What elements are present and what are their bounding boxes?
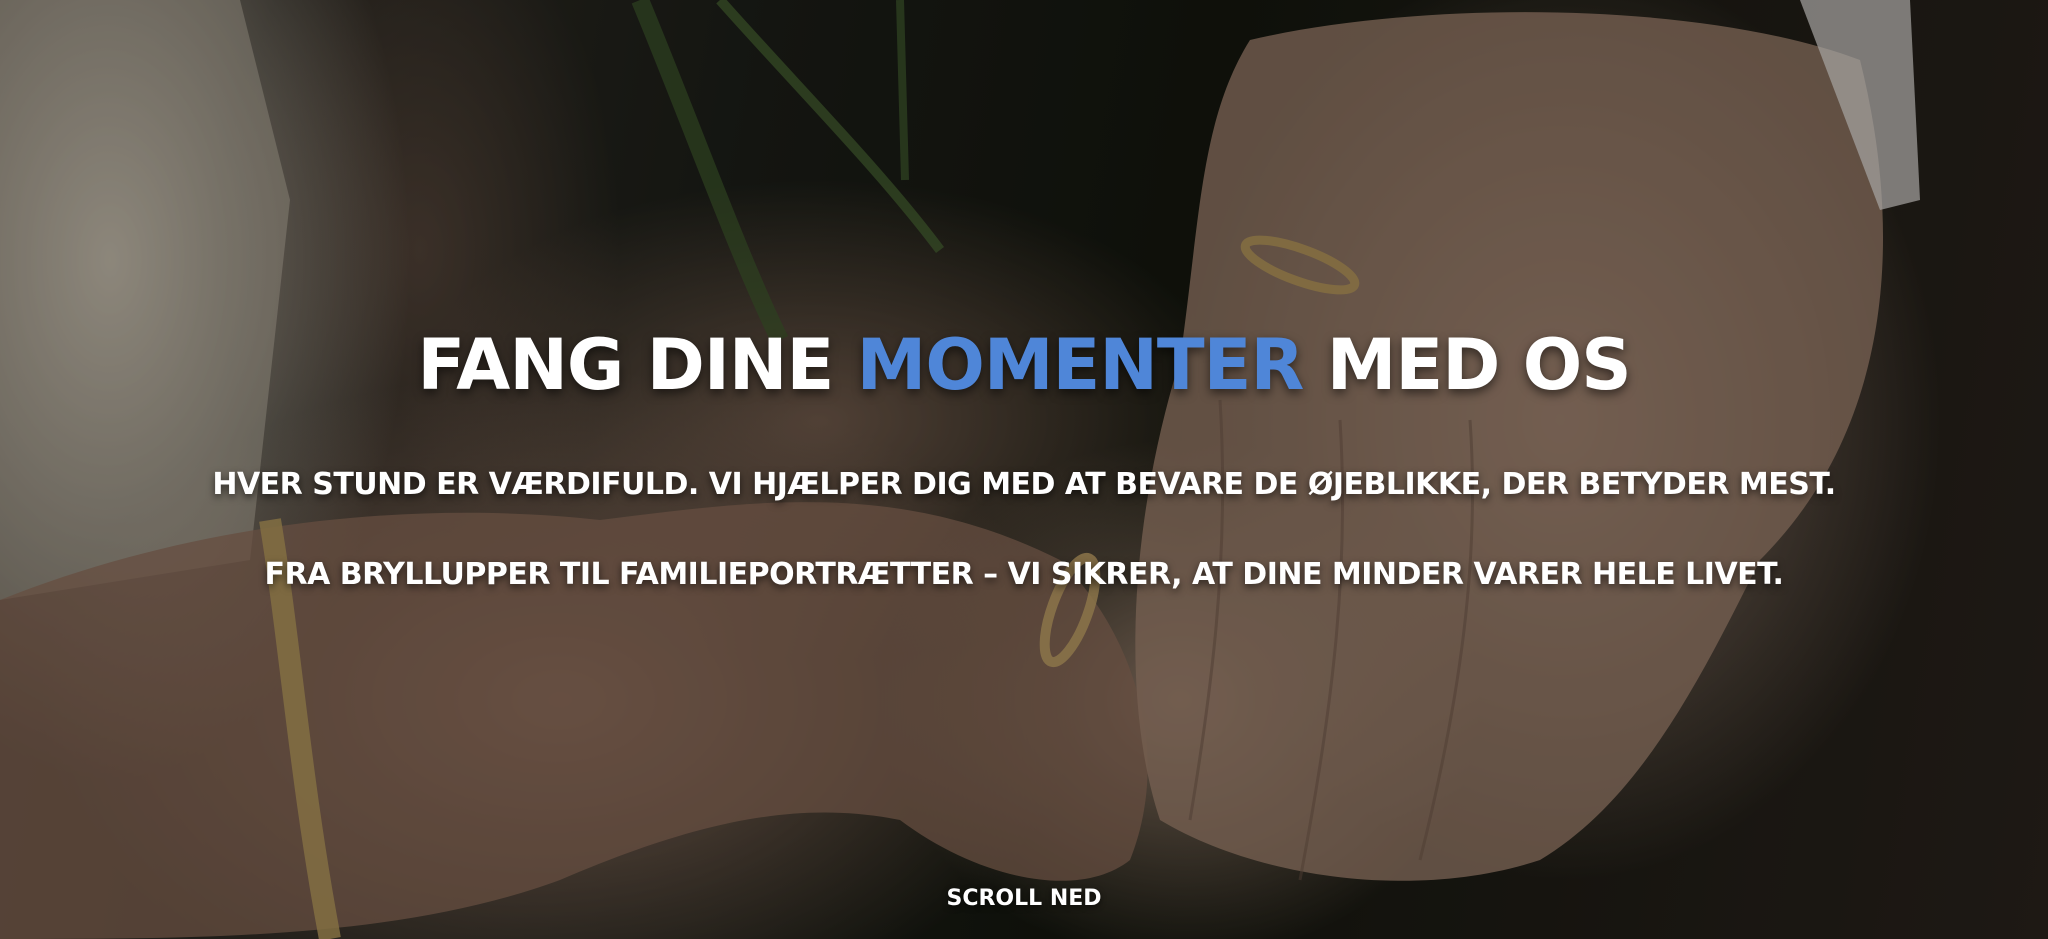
- hero-headline: FANG DINE MOMENTER MED OS: [0, 330, 2048, 400]
- scroll-down-link[interactable]: SCROLL NED: [0, 888, 2048, 910]
- headline-text-after: MED OS: [1326, 324, 1632, 406]
- hero-tagline-2: FRA BRYLLUPPER TIL FAMILIEPORTRÆTTER – V…: [264, 557, 1784, 592]
- hero-tagline-1: HVER STUND ER VÆRDIFULD. VI HJÆLPER DIG …: [212, 467, 1836, 502]
- hero-section: FANG DINE MOMENTER MED OS HVER STUND ER …: [0, 0, 2048, 939]
- headline-accent-word: MOMENTER: [856, 324, 1305, 406]
- headline-text-before: FANG DINE: [417, 324, 834, 406]
